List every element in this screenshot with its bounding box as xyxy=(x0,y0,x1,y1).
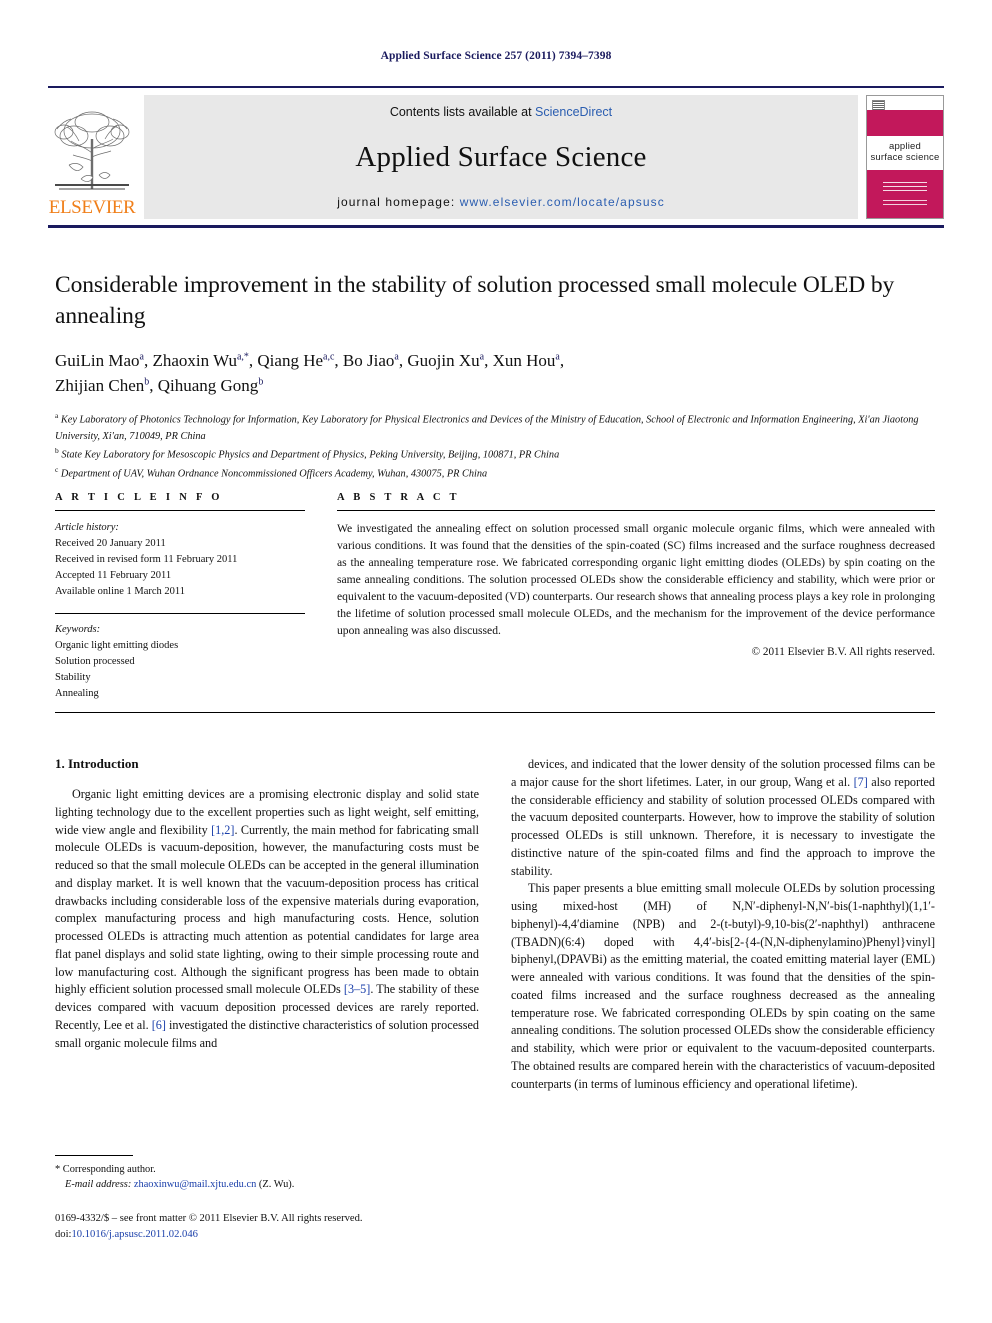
sciencedirect-link[interactable]: ScienceDirect xyxy=(535,105,612,119)
article-info-column: A R T I C L E I N F O Article history: R… xyxy=(55,492,305,702)
info-abstract-section: A R T I C L E I N F O Article history: R… xyxy=(55,492,935,702)
masthead-center-panel: Contents lists available at ScienceDirec… xyxy=(144,95,858,219)
masthead-bottom-rule xyxy=(48,225,944,228)
intro-paragraph-2: devices, and indicated that the lower de… xyxy=(511,757,935,878)
contents-available-line: Contents lists available at ScienceDirec… xyxy=(390,105,612,119)
email-line: E-mail address: zhaoxinwu@mail.xjtu.edu.… xyxy=(65,1179,295,1191)
affiliation-a: a Key Laboratory of Photonics Technology… xyxy=(55,411,919,443)
footnote-rule xyxy=(55,1155,133,1156)
abstract-text: We investigated the annealing effect on … xyxy=(337,522,935,637)
abstract-section-bottom-rule xyxy=(55,712,935,713)
homepage-label: journal homepage: xyxy=(337,195,456,209)
history-item: Available online 1 March 2011 xyxy=(55,585,186,597)
keyword-item: Organic light emitting diodes xyxy=(55,639,179,651)
intro-paragraph-3: This paper presents a blue emitting smal… xyxy=(511,881,935,1091)
running-head: Applied Surface Science 257 (2011) 7394–… xyxy=(380,50,612,62)
elsevier-tree-icon xyxy=(54,111,130,190)
article-info-rule xyxy=(55,510,305,511)
keywords-rule xyxy=(55,612,305,614)
journal-title: Applied Surface Science xyxy=(355,140,647,173)
author-line-1: GuiLin Maoa, Zhaoxin Wua,*, Qiang Hea,c,… xyxy=(55,351,565,371)
corresponding-author-footnote: * Corresponding author. E-mail address: … xyxy=(55,1155,479,1193)
affiliation-c: c Department of UAV, Wuhan Ordnance Nonc… xyxy=(55,465,488,480)
journal-homepage-line: journal homepage: www.elsevier.com/locat… xyxy=(337,195,665,209)
abstract-rule xyxy=(337,510,935,511)
section-title-introduction: 1. Introduction xyxy=(55,756,139,771)
citation-ref[interactable]: [7] xyxy=(854,775,868,789)
contents-prefix: Contents lists available at xyxy=(389,105,536,119)
issn-copyright-line: 0169-4332/$ – see front matter © 2011 El… xyxy=(55,1213,363,1224)
keywords-label: Keywords: xyxy=(55,623,101,635)
cover-title-line2: surface science xyxy=(870,152,940,163)
cover-lower-panel xyxy=(867,170,943,218)
journal-masthead: ELSEVIER Contents lists available at Sci… xyxy=(48,86,944,228)
cover-subtitle-lines xyxy=(883,182,927,191)
citation-ref[interactable]: [3–5] xyxy=(344,982,370,996)
doi-link[interactable]: 10.1016/j.apsusc.2011.02.046 xyxy=(71,1229,197,1240)
email-link[interactable]: zhaoxinwu@mail.xjtu.edu.cn xyxy=(134,1179,256,1190)
citation-ref[interactable]: [1,2] xyxy=(211,823,234,837)
journal-cover-thumbnail: applied surface science xyxy=(866,95,944,219)
footnote-body: * Corresponding author. E-mail address: … xyxy=(55,1162,479,1193)
abstract-column: A B S T R A C T We investigated the anne… xyxy=(337,492,935,702)
history-item: Received in revised form 11 February 201… xyxy=(55,553,238,565)
keywords-block: Keywords: Organic light emitting diodes … xyxy=(55,622,305,702)
elsevier-wordmark: ELSEVIER xyxy=(48,197,136,218)
keyword-item: Annealing xyxy=(55,687,99,699)
intro-paragraph-1: Organic light emitting devices are a pro… xyxy=(55,787,479,1050)
elsevier-logo: ELSEVIER xyxy=(48,95,136,219)
article-info-heading: A R T I C L E I N F O xyxy=(55,492,223,503)
masthead-top-rule xyxy=(48,86,944,88)
cover-footer-lines xyxy=(883,200,927,208)
body-columns: 1. Introduction Organic light emitting d… xyxy=(55,756,935,1093)
article-history-label: Article history: xyxy=(55,522,119,533)
homepage-url-link[interactable]: www.elsevier.com/locate/apsusc xyxy=(460,195,665,209)
author-list: GuiLin Maoa, Zhaoxin Wua,*, Qiang Hea,c,… xyxy=(55,349,935,398)
keyword-item: Solution processed xyxy=(55,655,135,667)
abstract-heading: A B S T R A C T xyxy=(337,492,460,503)
affiliation-list: a Key Laboratory of Photonics Technology… xyxy=(55,410,935,482)
cover-title-band: applied surface science xyxy=(867,136,943,170)
email-label: E-mail address: xyxy=(65,1179,132,1191)
abstract-copyright: © 2011 Elsevier B.V. All rights reserved… xyxy=(751,646,935,659)
corresponding-author-note: * Corresponding author. xyxy=(55,1164,156,1175)
body-column-left: 1. Introduction Organic light emitting d… xyxy=(55,756,479,1093)
author-line-2: Zhijian Chenb, Qihuang Gongb xyxy=(55,375,264,395)
keyword-item: Stability xyxy=(55,671,91,683)
title-block: Considerable improvement in the stabilit… xyxy=(55,270,935,483)
citation-ref[interactable]: [6] xyxy=(152,1018,166,1032)
affiliation-b: b State Key Laboratory for Mesoscopic Ph… xyxy=(55,446,560,461)
paper-page: Applied Surface Science 257 (2011) 7394–… xyxy=(0,0,992,1323)
page-title: Considerable improvement in the stabilit… xyxy=(55,272,895,329)
history-item: Received 20 January 2011 xyxy=(55,537,166,549)
history-item: Accepted 11 February 2011 xyxy=(55,569,172,581)
doi-line: doi:10.1016/j.apsusc.2011.02.046 xyxy=(55,1228,198,1240)
article-history-block: Article history: Received 20 January 201… xyxy=(55,520,305,600)
body-column-right: devices, and indicated that the lower de… xyxy=(511,756,935,1093)
page-footer: 0169-4332/$ – see front matter © 2011 El… xyxy=(55,1211,555,1243)
